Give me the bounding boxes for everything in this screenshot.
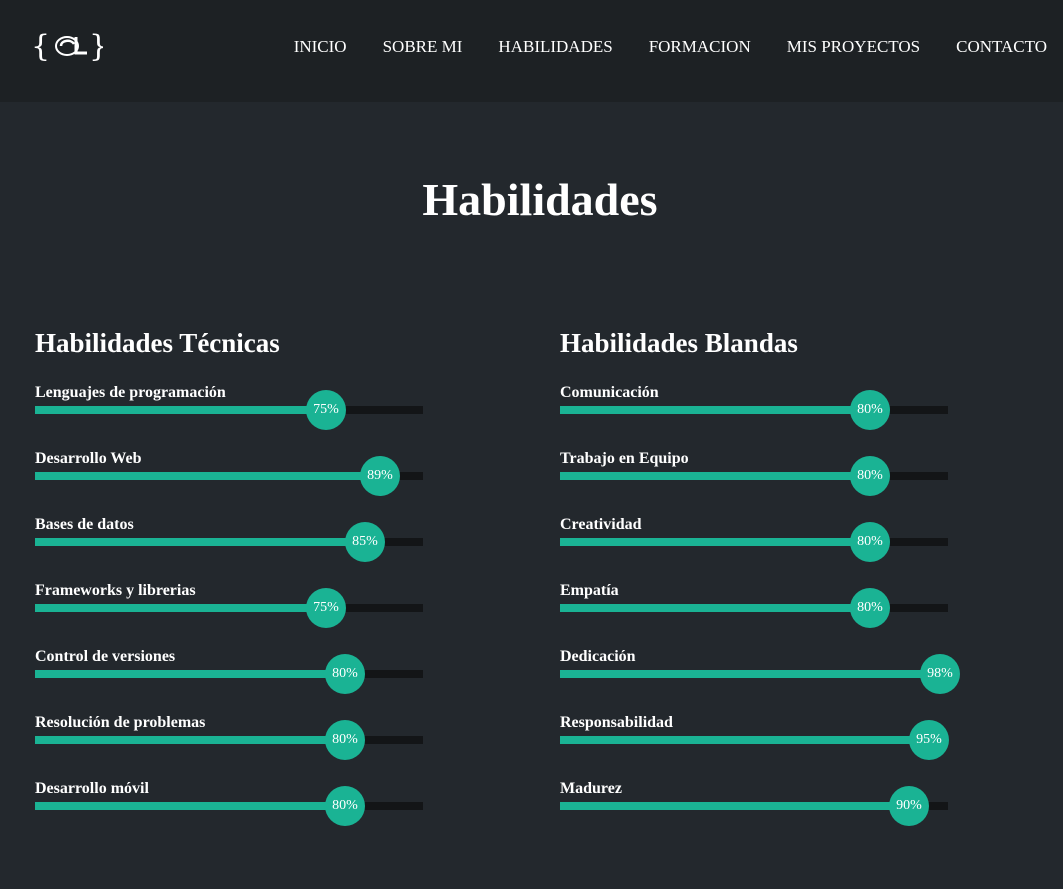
skill-row: Empatía 80%	[560, 582, 980, 648]
soft-skills-section: Habilidades Blandas Comunicación 80% Traba…	[560, 326, 980, 846]
skill-label: Madurez	[560, 780, 622, 797]
skill-row: Madurez 90%	[560, 780, 980, 846]
skill-percent-badge: 80%	[850, 522, 890, 562]
skill-row: Desarrollo Web 89%	[35, 450, 455, 516]
skill-percent-badge: 80%	[325, 720, 365, 760]
skill-label: Comunicación	[560, 384, 659, 401]
skill-row: Desarrollo móvil 80%	[35, 780, 455, 846]
skill-progress-fill	[560, 406, 870, 414]
skill-label: Empatía	[560, 582, 619, 599]
skill-percent-badge: 95%	[909, 720, 949, 760]
skill-row: Bases de datos 85%	[35, 516, 455, 582]
skill-percent-badge: 80%	[325, 786, 365, 826]
nav-link-inicio[interactable]: INICIO	[294, 36, 347, 58]
skill-row: Responsabilidad 95%	[560, 714, 980, 780]
skill-percent-badge: 80%	[325, 654, 365, 694]
skill-progress-track	[35, 604, 423, 612]
technical-skill-list: Lenguajes de programación 75% Desarrollo W…	[35, 384, 455, 846]
skill-progress-fill	[560, 802, 909, 810]
skill-percent-badge: 89%	[360, 456, 400, 496]
skill-percent-badge: 85%	[345, 522, 385, 562]
soft-skill-list: Comunicación 80% Trabajo en Equipo 80% Creat…	[560, 384, 980, 846]
skill-label: Frameworks y librerias	[35, 582, 196, 599]
skill-label: Dedicación	[560, 648, 636, 665]
skill-row: Resolución de problemas 80%	[35, 714, 455, 780]
skill-percent-badge: 90%	[889, 786, 929, 826]
skill-label: Trabajo en Equipo	[560, 450, 689, 467]
skill-progress-track	[560, 736, 948, 744]
skill-percent-badge: 98%	[920, 654, 960, 694]
skill-progress-fill	[35, 670, 345, 678]
skill-label: Lenguajes de programación	[35, 384, 226, 401]
nav-link-habilidades[interactable]: HABILIDADES	[498, 36, 612, 58]
skill-progress-fill	[560, 670, 940, 678]
skill-label: Creatividad	[560, 516, 642, 533]
skill-row: Creatividad 80%	[560, 516, 980, 582]
skill-progress-fill	[560, 604, 870, 612]
skill-percent-badge: 80%	[850, 456, 890, 496]
skill-label: Responsabilidad	[560, 714, 673, 731]
skill-row: Trabajo en Equipo 80%	[560, 450, 980, 516]
skill-progress-fill	[560, 538, 870, 546]
skill-progress-fill	[35, 604, 326, 612]
skill-row: Dedicación 98%	[560, 648, 980, 714]
skill-row: Frameworks y librerias 75%	[35, 582, 455, 648]
skill-label: Desarrollo móvil	[35, 780, 149, 797]
skill-progress-fill	[35, 736, 345, 744]
nav-link-sobre-mi[interactable]: SOBRE MI	[383, 36, 463, 58]
navbar: { } INICIO SOBRE MI HABILIDADES FORMACIO…	[0, 0, 1063, 102]
nav-link-formacion[interactable]: FORMACION	[649, 36, 751, 58]
skill-label: Resolución de problemas	[35, 714, 206, 731]
skill-percent-badge: 75%	[306, 390, 346, 430]
nav-link-mis-proyectos[interactable]: MIS PROYECTOS	[787, 36, 920, 58]
skill-progress-fill	[560, 736, 929, 744]
skill-percent-badge: 80%	[850, 588, 890, 628]
skill-progress-fill	[35, 472, 380, 480]
skill-progress-fill	[560, 472, 870, 480]
skill-progress-track	[35, 406, 423, 414]
skill-progress-track	[560, 670, 948, 678]
skill-row: Lenguajes de programación 75%	[35, 384, 455, 450]
nav-link-contacto[interactable]: CONTACTO	[956, 36, 1047, 58]
skill-label: Desarrollo Web	[35, 450, 142, 467]
skill-progress-fill	[35, 406, 326, 414]
skill-progress-fill	[35, 538, 365, 546]
skill-row: Comunicación 80%	[560, 384, 980, 450]
technical-skills-title: Habilidades Técnicas	[35, 328, 280, 358]
soft-skills-title: Habilidades Blandas	[560, 328, 798, 358]
page-title: Habilidades	[422, 174, 658, 225]
skill-percent-badge: 80%	[850, 390, 890, 430]
skill-label: Bases de datos	[35, 516, 134, 533]
technical-skills-section: Habilidades Técnicas Lenguajes de progra…	[35, 326, 455, 846]
skill-label: Control de versiones	[35, 648, 176, 665]
svg-text:{: {	[31, 29, 50, 64]
svg-text:}: }	[89, 29, 103, 64]
skill-percent-badge: 75%	[306, 588, 346, 628]
nav-menu: INICIO SOBRE MI HABILIDADES FORMACION MI…	[258, 36, 1047, 58]
skill-progress-fill	[35, 802, 345, 810]
skill-row: Control de versiones 80%	[35, 648, 455, 714]
logo-icon[interactable]: { }	[31, 28, 103, 64]
